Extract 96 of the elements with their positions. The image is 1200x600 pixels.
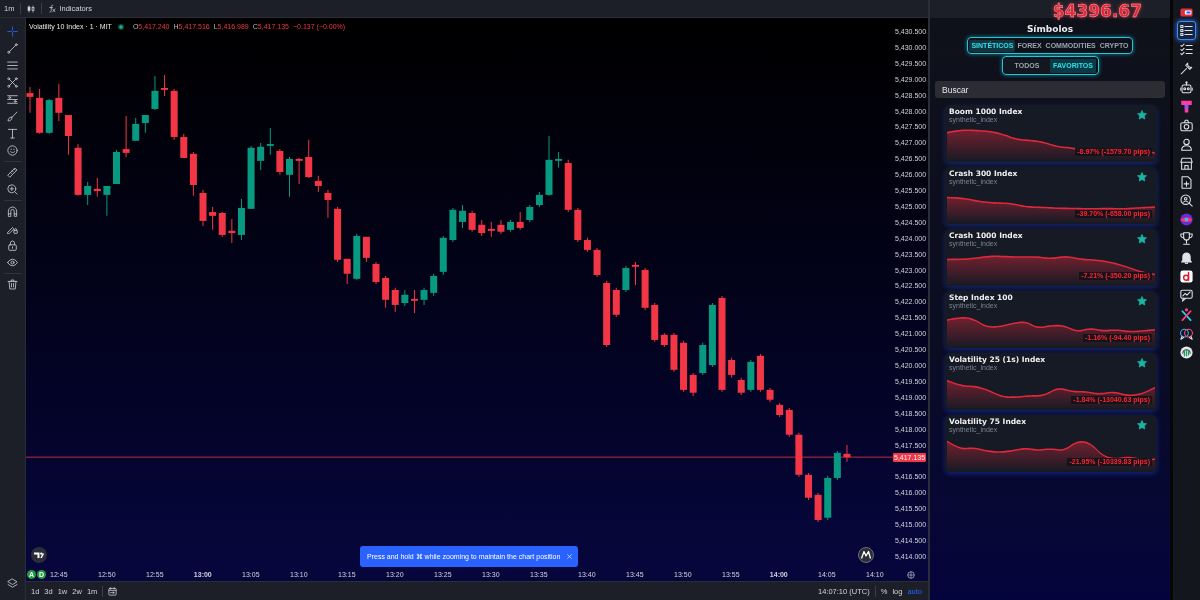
bearish-candle bbox=[199, 189, 207, 227]
document-add-icon[interactable] bbox=[1180, 175, 1193, 189]
bullish-candle bbox=[555, 151, 563, 169]
search-field[interactable]: Buscar bbox=[935, 81, 1165, 98]
settings-icon[interactable] bbox=[906, 570, 915, 579]
bearish-candle bbox=[362, 236, 370, 263]
candlestick-icon[interactable] bbox=[27, 3, 36, 14]
bullish-candle bbox=[247, 145, 255, 210]
panel-title: Símbolos bbox=[1026, 23, 1074, 35]
star-icon[interactable] bbox=[1137, 358, 1147, 368]
bearish-candle bbox=[228, 218, 236, 244]
star-icon[interactable] bbox=[1137, 296, 1147, 306]
bullish-candle bbox=[545, 135, 553, 197]
star-icon[interactable] bbox=[1137, 234, 1147, 244]
trophy-icon[interactable] bbox=[1180, 232, 1193, 246]
star-icon[interactable] bbox=[1137, 172, 1147, 182]
bullish-candle bbox=[747, 359, 755, 393]
robot-icon[interactable] bbox=[1180, 81, 1193, 95]
lock-icon[interactable] bbox=[7, 240, 18, 251]
function-icon bbox=[48, 4, 57, 13]
bearish-candle bbox=[410, 289, 418, 314]
bullish-candle bbox=[237, 198, 245, 241]
bearish-candle bbox=[632, 261, 639, 286]
bullish-candle bbox=[45, 98, 53, 135]
zoom-in-icon[interactable] bbox=[7, 184, 18, 195]
app-logo-icon[interactable] bbox=[1180, 269, 1193, 283]
bullish-candle bbox=[353, 233, 361, 281]
bearish-candle bbox=[641, 267, 649, 311]
bearish-candle bbox=[93, 177, 101, 198]
bearish-candle bbox=[324, 189, 332, 219]
bullish-candle bbox=[449, 207, 457, 243]
magnet-icon[interactable] bbox=[7, 206, 18, 217]
bearish-candle bbox=[843, 444, 851, 463]
bullish-candle bbox=[401, 289, 409, 307]
bearish-candle bbox=[74, 143, 82, 197]
account-balance: $4396.67 bbox=[1052, 1, 1142, 21]
logo-icon[interactable] bbox=[31, 547, 47, 563]
layers-icon[interactable] bbox=[7, 577, 18, 589]
bearish-candle bbox=[756, 353, 764, 393]
chart-message-icon[interactable] bbox=[1180, 288, 1193, 302]
checklist-icon[interactable] bbox=[1180, 43, 1193, 57]
bearish-candle bbox=[497, 219, 505, 235]
star-icon[interactable] bbox=[1137, 420, 1147, 430]
bullish-candle bbox=[622, 265, 630, 293]
bell-icon[interactable] bbox=[1180, 251, 1193, 265]
calendar-icon[interactable] bbox=[108, 586, 118, 596]
bearish-candle bbox=[593, 247, 601, 278]
bullish-candle bbox=[113, 149, 120, 185]
headset-icon[interactable] bbox=[1180, 345, 1193, 359]
crossed-figure-icon[interactable] bbox=[1180, 307, 1193, 321]
status-dot-icon bbox=[117, 23, 124, 30]
list-icon[interactable] bbox=[1177, 21, 1196, 41]
bullish-candle bbox=[84, 181, 92, 206]
bearish-candle bbox=[295, 157, 303, 185]
bullish-candle bbox=[507, 219, 515, 233]
store-icon[interactable] bbox=[1180, 156, 1193, 170]
user-icon[interactable] bbox=[1180, 137, 1193, 151]
bearish-candle bbox=[468, 210, 476, 233]
bearish-candle bbox=[814, 492, 822, 523]
bearish-candle bbox=[805, 472, 812, 501]
eye-icon[interactable] bbox=[7, 257, 18, 268]
bearish-candle bbox=[670, 332, 678, 373]
bearish-candle bbox=[766, 387, 774, 403]
bearish-candle bbox=[795, 432, 803, 478]
toggle-card-icon[interactable] bbox=[1180, 5, 1193, 19]
bullish-candle bbox=[286, 156, 293, 198]
bullish-candle bbox=[151, 75, 159, 111]
camera-icon[interactable] bbox=[1180, 118, 1193, 132]
bullish-candle bbox=[420, 287, 428, 306]
user-search-icon[interactable] bbox=[1180, 194, 1193, 208]
bullish-candle bbox=[459, 204, 466, 229]
emblem-icon[interactable] bbox=[1180, 213, 1193, 227]
bearish-candle bbox=[122, 115, 130, 158]
bearish-candle bbox=[516, 211, 524, 231]
speech-bubbles-icon[interactable] bbox=[1180, 326, 1193, 340]
levels-icon[interactable] bbox=[7, 94, 18, 105]
bearish-candle bbox=[372, 261, 380, 285]
hammer-icon[interactable] bbox=[1180, 62, 1193, 76]
bullish-candle bbox=[103, 185, 111, 217]
brush-icon[interactable] bbox=[7, 111, 18, 122]
smiley-icon[interactable] bbox=[7, 145, 18, 156]
trend-line-icon[interactable] bbox=[7, 43, 18, 54]
parallel-lines-icon[interactable] bbox=[7, 60, 18, 71]
bearish-candle bbox=[564, 159, 572, 213]
text-tool-icon[interactable] bbox=[7, 128, 18, 139]
bearish-candle bbox=[26, 86, 34, 114]
logo-icon[interactable] bbox=[858, 547, 874, 563]
trash-icon[interactable] bbox=[7, 279, 18, 290]
close-icon[interactable] bbox=[567, 554, 573, 559]
t-logo-icon[interactable] bbox=[1180, 99, 1193, 113]
ruler-icon[interactable] bbox=[7, 167, 18, 178]
bearish-candle bbox=[36, 88, 44, 135]
bearish-candle bbox=[276, 148, 284, 176]
crosshair-icon[interactable] bbox=[7, 26, 18, 37]
star-icon[interactable] bbox=[1137, 110, 1147, 120]
cross-lines-icon[interactable] bbox=[7, 77, 18, 88]
